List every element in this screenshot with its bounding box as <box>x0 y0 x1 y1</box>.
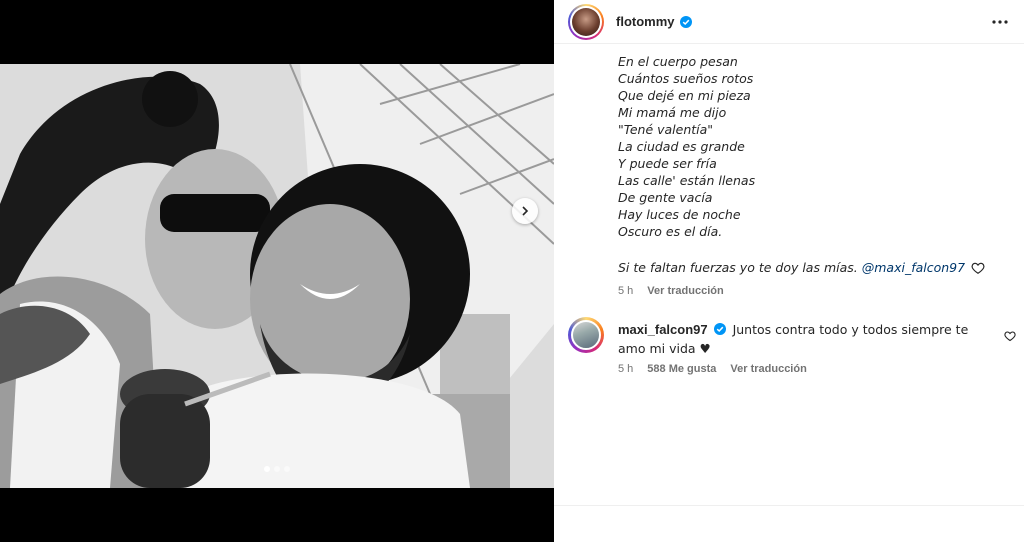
heart-outline-icon[interactable] <box>971 261 985 275</box>
caption-final-line: Si te faltan fuerzas yo te doy las mías.… <box>618 260 985 275</box>
caption-line: Que dejé en mi pieza <box>618 88 751 103</box>
verified-badge-icon <box>679 15 692 28</box>
comment-meta: 5 h 588 Me gusta Ver traducción <box>618 363 821 375</box>
carousel-dot <box>284 466 290 472</box>
caption-line: De gente vacía <box>618 190 713 205</box>
caption-final-text: Si te faltan fuerzas yo te doy las mías. <box>618 260 858 275</box>
author-username[interactable]: flotommy <box>616 14 675 29</box>
caption-line: Las calle' están llenas <box>618 173 756 188</box>
post-photo[interactable] <box>0 64 554 488</box>
comment-avatar-image <box>571 320 601 350</box>
avatar-image <box>572 7 600 36</box>
media-pane <box>0 0 554 542</box>
comment-likes[interactable]: 588 Me gusta <box>647 363 716 375</box>
heart-outline-icon <box>1004 331 1016 342</box>
caption-line: En el cuerpo pesan <box>618 54 738 69</box>
comments-area[interactable]: En el cuerpo pesan Cuántos sueños rotos … <box>554 45 1024 505</box>
author-avatar[interactable] <box>568 3 604 40</box>
mention-link[interactable]: @maxi_falcon97 <box>862 260 965 275</box>
see-translation-link[interactable]: Ver traducción <box>647 285 723 297</box>
caption-line: Cuántos sueños rotos <box>618 71 754 86</box>
caption-meta: 5 h Ver traducción <box>618 285 738 297</box>
comment-username[interactable]: maxi_falcon97 <box>618 322 708 337</box>
caption-line: Oscuro es el día. <box>618 224 723 239</box>
comment-avatar[interactable] <box>568 317 604 353</box>
avatar-inner <box>570 5 602 38</box>
photo-illustration <box>0 64 554 488</box>
carousel-indicator <box>0 466 554 472</box>
caption-line: Y puede ser fría <box>618 156 717 171</box>
carousel-next-button[interactable] <box>512 198 538 224</box>
more-options-button[interactable] <box>990 12 1010 32</box>
caption-line: La ciudad es grande <box>618 139 745 154</box>
divider <box>554 505 1024 506</box>
caption-line: Mi mamá me dijo <box>618 105 727 120</box>
carousel-dot-active <box>264 466 270 472</box>
verified-badge-icon <box>713 322 726 340</box>
post-details-pane: flotommy En el cuerpo pesan Cuántos sueñ… <box>554 0 1024 542</box>
comment-see-translation-link[interactable]: Ver traducción <box>730 363 806 375</box>
caption-line: "Tené valentía" <box>618 122 714 137</box>
more-horizontal-icon <box>992 20 1008 24</box>
comment-body: maxi_falcon97 Juntos contra todo y todos… <box>618 321 988 358</box>
chevron-right-icon <box>522 206 529 216</box>
comment-time[interactable]: 5 h <box>618 363 633 375</box>
caption-time[interactable]: 5 h <box>618 285 633 297</box>
comment-like-button[interactable] <box>1004 329 1018 343</box>
carousel-dot <box>274 466 280 472</box>
post-caption: En el cuerpo pesan Cuántos sueños rotos … <box>618 45 755 240</box>
caption-line: Hay luces de noche <box>618 207 741 222</box>
post-header: flotommy <box>554 0 1024 44</box>
